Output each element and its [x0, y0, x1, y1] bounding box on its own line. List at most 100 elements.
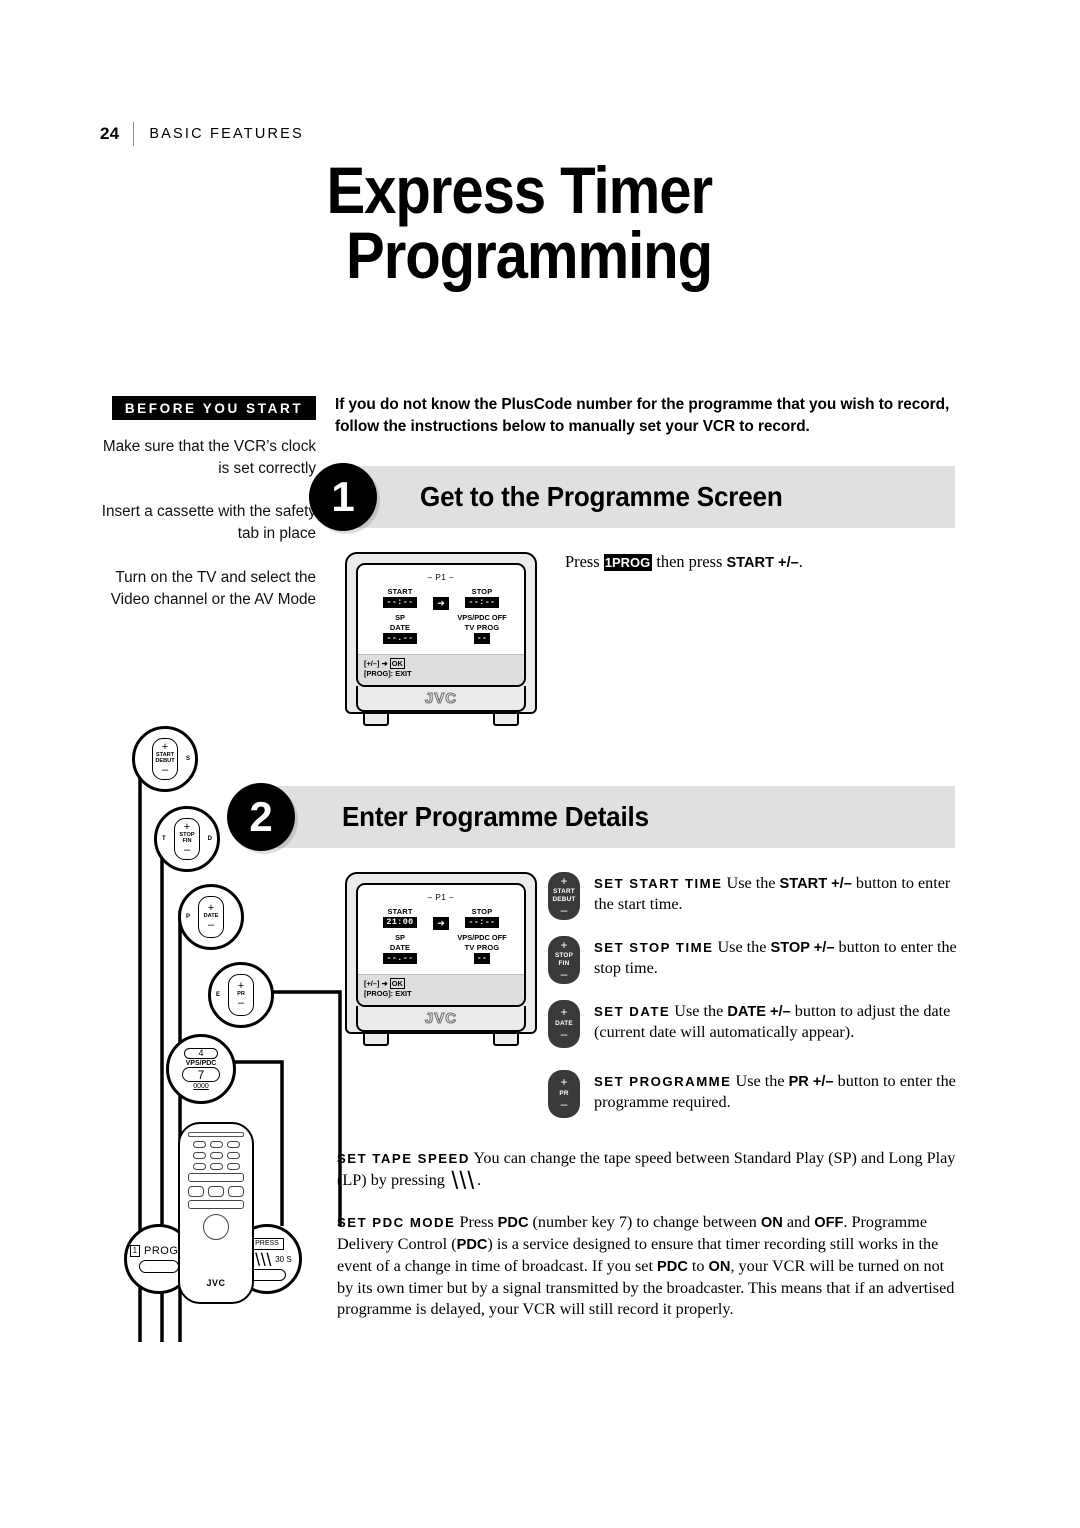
tape-speed-text-post: . — [473, 1170, 482, 1189]
page-header: 24 BASIC FEATURES — [100, 122, 304, 146]
callout-side-label: E — [216, 992, 221, 998]
tv-screen-diagram-1: – P1 – START STOP --:-- ➜ --:-- SP VPS/P… — [345, 552, 537, 726]
start-debut-key[interactable]: + START DEBUT – — [152, 738, 178, 780]
osd-stop-value: --:-- — [465, 597, 499, 608]
remote-key-row — [180, 1152, 252, 1159]
remote-key[interactable] — [226, 1152, 240, 1159]
step-1-instruction-bold: START +/– — [726, 555, 799, 571]
osd-tvprog-label: TV PROG — [464, 623, 500, 632]
intro-paragraph: If you do not know the PlusCode number f… — [335, 396, 950, 436]
tv-cabinet: – P1 – START STOP 21:00 ➜ --:-- SP VPS/P… — [345, 872, 537, 1034]
osd-programme-label: – P1 – — [427, 573, 455, 582]
vps-pdc-label: VPS/PDC — [185, 1060, 217, 1067]
pdc-t1: Press — [459, 1213, 498, 1231]
remote-key[interactable] — [192, 1141, 206, 1148]
instruction-caption: SET PROGRAMME — [594, 1074, 732, 1089]
instruction-row-stop-time: + STOP FIN – SET STOP TIME Use the STOP … — [548, 936, 960, 984]
instruction-text-pre: Use the — [674, 1002, 728, 1020]
tv-cabinet: – P1 – START STOP --:-- ➜ --:-- SP VPS/P… — [345, 552, 537, 714]
tape-speed-caption: SET TAPE SPEED — [337, 1151, 470, 1166]
stop-fin-key[interactable]: + STOP FIN – — [174, 818, 200, 860]
date-key[interactable]: + DATE – — [198, 896, 224, 938]
remote-key[interactable] — [226, 1141, 240, 1148]
remote-function-bar[interactable] — [188, 1173, 244, 1182]
pr-key[interactable]: + PR – — [228, 974, 254, 1016]
page-title-line-1: Express Timer — [326, 153, 713, 227]
tape-speed-icon: ╲╲╲ — [253, 1253, 271, 1266]
osd-footer-line-2: [PROG]: EXIT — [364, 669, 412, 679]
callout-side-label: D — [207, 836, 212, 842]
remote-key[interactable] — [228, 1186, 244, 1197]
step-1-instruction: Press 1PROG then press START +/–. — [565, 552, 955, 572]
minus-sign: – — [560, 902, 568, 917]
button-label-line-1: START — [553, 888, 575, 896]
pdc-b4: PDC — [456, 1236, 488, 1253]
arrow-icon: ➜ — [433, 917, 449, 930]
pdc-b3: OFF — [814, 1215, 844, 1231]
button-label-line-1: DATE — [555, 1019, 573, 1027]
remote-key-row — [180, 1141, 252, 1148]
remote-key[interactable] — [209, 1152, 223, 1159]
pr-button-icon: + PR – — [548, 1070, 580, 1118]
instruction-text-pre: Use the — [726, 874, 780, 892]
section-title: BASIC FEATURES — [149, 126, 304, 142]
step-2-instruction-list: + START DEBUT – SET START TIME Use the S… — [548, 872, 960, 1134]
callout-stop-fin: + STOP FIN – T D — [154, 806, 220, 872]
instruction-text: SET PROGRAMME Use the PR +/– button to e… — [594, 1070, 960, 1118]
instruction-text: SET START TIME Use the START +/– button … — [594, 872, 960, 920]
osd-footer-line-1: [+/–] ➜ OK — [364, 657, 518, 670]
pdc-paragraph: SET PDC MODE Press PDC (number key 7) to… — [337, 1212, 962, 1321]
osd-tvprog-value: -- — [473, 633, 491, 644]
remote-key[interactable] — [208, 1186, 224, 1197]
start-debut-button-icon: + START DEBUT – — [548, 872, 580, 920]
osd-start-value: --:-- — [383, 597, 417, 608]
number-key-4[interactable]: 4 — [184, 1048, 218, 1059]
date-button-icon: + DATE – — [548, 1000, 580, 1048]
osd-speed-label: SP — [395, 933, 405, 942]
sidebar-note: Insert a cassette with the safety tab in… — [101, 503, 316, 543]
remote-key[interactable] — [209, 1141, 223, 1148]
vps-pdc-sub: 0000 — [193, 1083, 209, 1090]
instruction-bold: START +/– — [779, 876, 852, 892]
pdc-b5: PDC — [657, 1258, 688, 1275]
instruction-row-date: + DATE – SET DATE Use the DATE +/– butto… — [548, 1000, 960, 1048]
minus-sign: – — [161, 763, 169, 776]
remote-key-row — [180, 1163, 252, 1170]
step-1-instruction-end: . — [798, 552, 803, 571]
press-label: PRESS — [250, 1237, 284, 1250]
osd-footer: [+/–] ➜ OK [PROG]: EXIT — [358, 973, 524, 1005]
button-label-line-1: STOP — [554, 952, 574, 960]
remote-key[interactable] — [188, 1186, 204, 1197]
tv-screen: – P1 – START STOP 21:00 ➜ --:-- SP VPS/P… — [356, 883, 526, 1007]
osd-display: – P1 – START STOP --:-- ➜ --:-- SP VPS/P… — [358, 565, 524, 685]
osd-tvprog-value: -- — [473, 953, 491, 964]
pdc-t3: and — [782, 1213, 815, 1231]
remote-key[interactable] — [209, 1163, 223, 1170]
instruction-text: SET STOP TIME Use the STOP +/– button to… — [594, 936, 960, 984]
button-label-line-1: PR — [559, 1089, 569, 1097]
osd-speed-label: SP — [395, 613, 405, 622]
osd-stop-label: STOP — [471, 907, 493, 916]
instruction-bold: DATE +/– — [727, 1004, 791, 1020]
prog-key[interactable] — [139, 1260, 179, 1273]
instruction-caption: SET START TIME — [594, 876, 723, 891]
tv-feet — [345, 1034, 537, 1046]
remote-control-illustration: JVC — [178, 1122, 254, 1304]
instruction-caption: SET DATE — [594, 1004, 671, 1019]
tv-feet — [345, 714, 537, 726]
remote-key[interactable] — [226, 1163, 240, 1170]
pdc-t2: (number key 7) to change between — [528, 1213, 761, 1231]
number-key-7[interactable]: 7 — [182, 1067, 220, 1082]
remote-key[interactable] — [192, 1152, 206, 1159]
osd-date-value: --.-- — [383, 633, 417, 644]
prog-key-badge: 1PROG — [603, 554, 653, 571]
remote-display-bar — [188, 1132, 244, 1137]
remote-function-bar[interactable] — [188, 1200, 244, 1209]
before-you-start-badge: BEFORE YOU START — [112, 396, 316, 420]
osd-programme-label: – P1 – — [427, 893, 455, 902]
pdc-b6: ON — [708, 1258, 731, 1275]
osd-footer-line-1: [+/–] ➜ OK — [364, 977, 518, 990]
remote-jog-dial[interactable] — [203, 1214, 229, 1240]
remote-key[interactable] — [192, 1163, 206, 1170]
osd-vps-label: VPS/PDC OFF — [457, 613, 507, 622]
